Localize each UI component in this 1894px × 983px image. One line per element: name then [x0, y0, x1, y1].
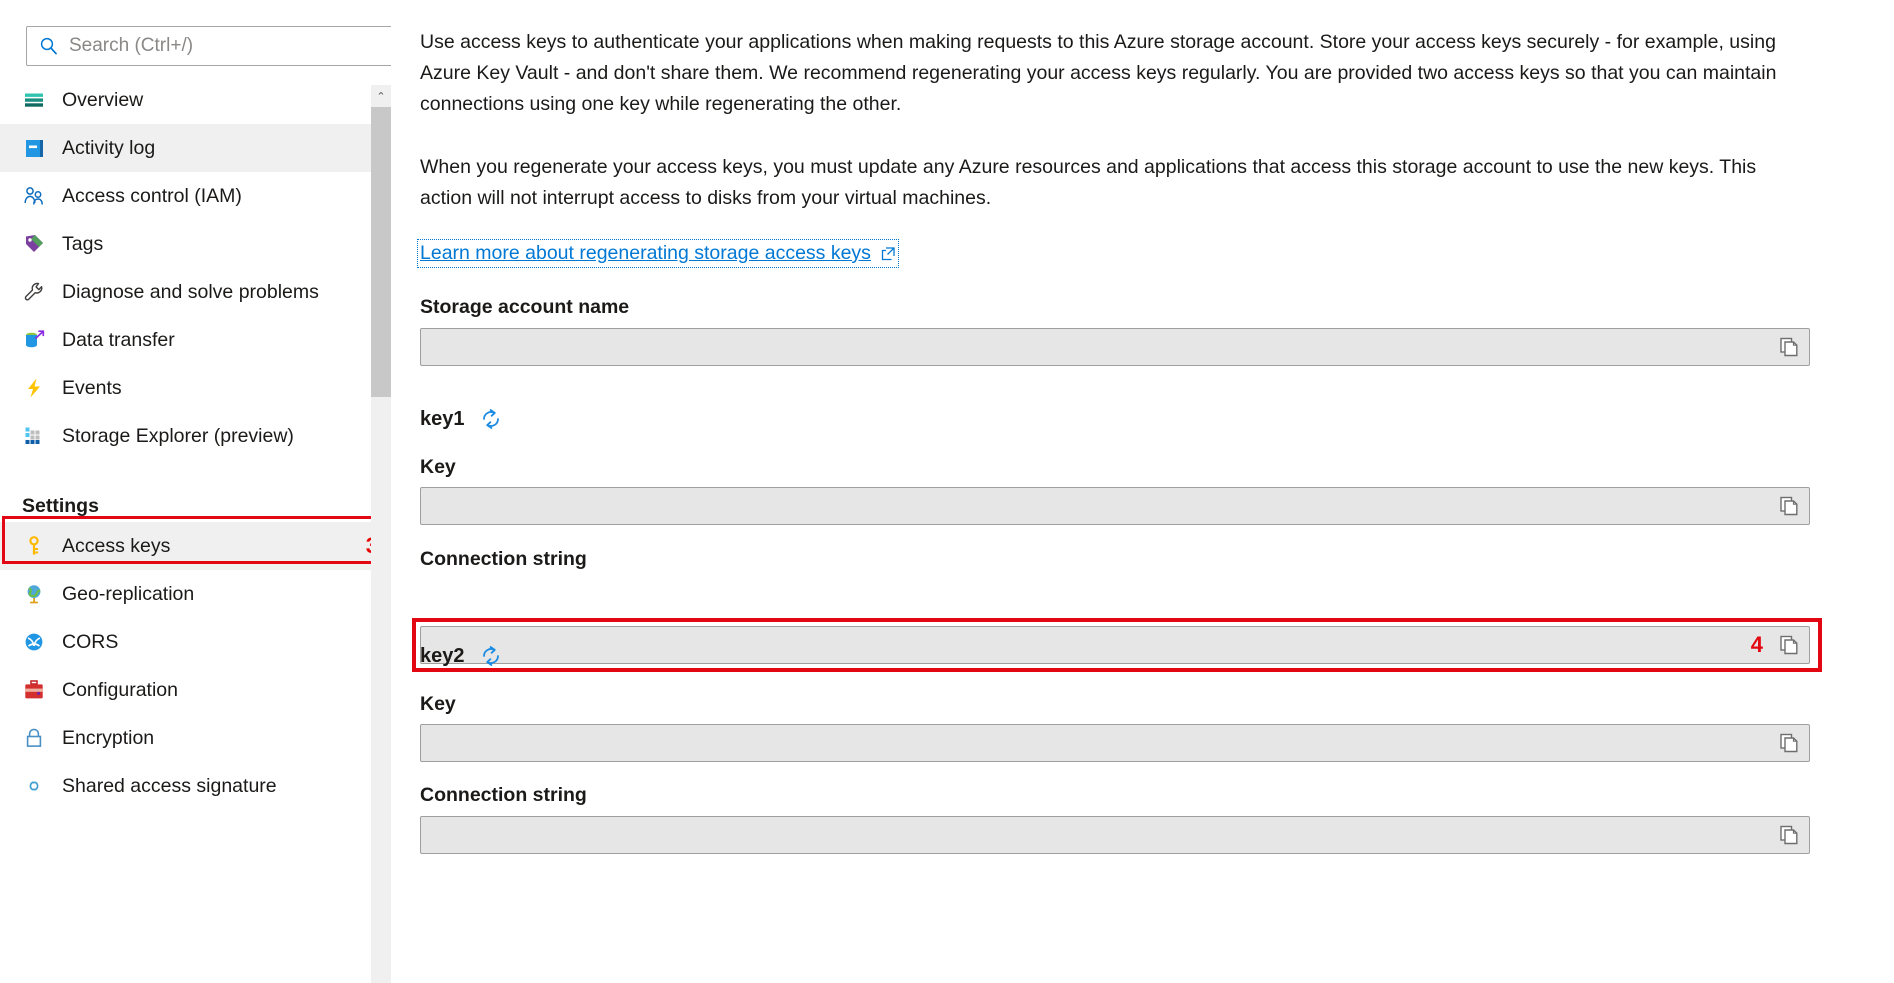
sidebar-item-label: Tags — [62, 232, 104, 255]
key2-key-label: Key — [420, 693, 456, 715]
search-input[interactable] — [69, 35, 369, 57]
sidebar-item-label: Encryption — [62, 726, 155, 749]
sidebar-item-label: Access control (IAM) — [62, 184, 242, 207]
sidebar-item-overview[interactable]: Overview — [0, 76, 430, 124]
access-control-icon — [22, 184, 46, 208]
key-icon — [22, 534, 46, 558]
sidebar-item-shared-access-signature[interactable]: Shared access signature — [0, 762, 430, 810]
copy-icon[interactable] — [1769, 817, 1809, 853]
key1-title: key1 — [420, 407, 465, 430]
scroll-up-arrow-icon[interactable]: ⌃ — [371, 85, 391, 107]
key1-key-label: Key — [420, 456, 456, 478]
sidebar-item-label: Geo-replication — [62, 582, 195, 605]
key1-connection-string-input[interactable]: 4 — [420, 626, 1810, 664]
sidebar-scrollbar-thumb[interactable] — [371, 107, 391, 397]
sidebar-item-activity-log[interactable]: Activity log — [0, 124, 430, 172]
storage-account-name-input[interactable] — [420, 328, 1810, 366]
lock-icon — [22, 726, 46, 750]
sidebar-item-label: Overview — [62, 88, 144, 111]
tags-icon — [22, 232, 46, 256]
key1-heading: key1 — [420, 407, 503, 431]
sidebar-item-configuration[interactable]: Configuration — [0, 666, 430, 714]
sidebar-item-label: Data transfer — [62, 328, 175, 351]
copy-icon[interactable] — [1769, 627, 1809, 663]
resource-menu-sidebar: « Overview — [0, 0, 449, 983]
activity-log-icon — [22, 136, 46, 160]
copy-icon[interactable] — [1769, 725, 1809, 761]
regenerate-icon[interactable] — [479, 407, 503, 431]
wrench-icon — [22, 280, 46, 304]
external-link-icon — [881, 246, 895, 260]
sidebar-item-data-transfer[interactable]: Data transfer — [0, 316, 430, 364]
sidebar-item-label: Access keys — [62, 534, 171, 557]
sidebar-item-storage-explorer[interactable]: Storage Explorer (preview) — [0, 412, 430, 460]
key2-heading: key2 — [420, 644, 503, 668]
link-chain-icon — [22, 774, 46, 798]
globe-icon — [22, 582, 46, 606]
sidebar-item-label: Shared access signature — [62, 774, 277, 797]
sidebar-item-label: Events — [62, 376, 122, 399]
sidebar-item-access-control[interactable]: Access control (IAM) — [0, 172, 430, 220]
access-keys-content: Use access keys to authenticate your app… — [412, 0, 1894, 983]
sidebar-item-geo-replication[interactable]: Geo-replication — [0, 570, 430, 618]
key2-title: key2 — [420, 644, 465, 667]
key1-key-input[interactable] — [420, 487, 1810, 525]
sidebar-item-tags[interactable]: Tags — [0, 220, 430, 268]
sidebar-item-access-keys[interactable]: Access keys 3 — [0, 522, 430, 570]
copy-icon[interactable] — [1769, 488, 1809, 524]
sidebar-item-cors[interactable]: CORS — [0, 618, 430, 666]
key1-connection-string-label: Connection string — [420, 548, 587, 570]
sidebar-section-settings: Settings — [22, 495, 99, 517]
resource-menu-list: Overview Activity log Access control (IA… — [0, 76, 430, 983]
sidebar-item-encryption[interactable]: Encryption — [0, 714, 430, 762]
data-transfer-icon — [22, 328, 46, 352]
sidebar-item-label: Activity log — [62, 136, 156, 159]
annotation-marker-4: 4 — [1750, 632, 1763, 657]
cors-icon — [22, 630, 46, 654]
sidebar-item-label: CORS — [62, 630, 119, 653]
panel-gutter — [391, 0, 418, 983]
key2-connection-string-input[interactable] — [420, 816, 1810, 854]
storage-explorer-icon — [22, 424, 46, 448]
learn-more-link-text: Learn more about regenerating storage ac… — [420, 242, 871, 264]
search-box[interactable] — [26, 26, 404, 66]
regenerate-icon[interactable] — [479, 644, 503, 668]
search-icon — [40, 37, 57, 55]
toolbox-icon — [22, 678, 46, 702]
intro-paragraph-1: Use access keys to authenticate your app… — [420, 31, 1777, 115]
key2-key-input[interactable] — [420, 724, 1810, 762]
sidebar-item-events[interactable]: Events — [0, 364, 430, 412]
key2-connection-string-label: Connection string — [420, 784, 587, 806]
copy-icon[interactable] — [1769, 329, 1809, 365]
storage-account-name-label: Storage account name — [420, 296, 630, 318]
lightning-icon — [22, 376, 46, 400]
sidebar-item-label: Storage Explorer (preview) — [62, 424, 294, 447]
sidebar-item-diagnose[interactable]: Diagnose and solve problems — [0, 268, 430, 316]
sidebar-item-label: Configuration — [62, 678, 178, 701]
azure-portal-access-keys-screen: « Overview — [0, 0, 1894, 983]
intro-paragraph-2: When you regenerate your access keys, yo… — [420, 156, 1757, 209]
learn-more-link[interactable]: Learn more about regenerating storage ac… — [417, 239, 899, 268]
sidebar-item-label: Diagnose and solve problems — [62, 280, 319, 303]
overview-icon — [22, 88, 46, 112]
